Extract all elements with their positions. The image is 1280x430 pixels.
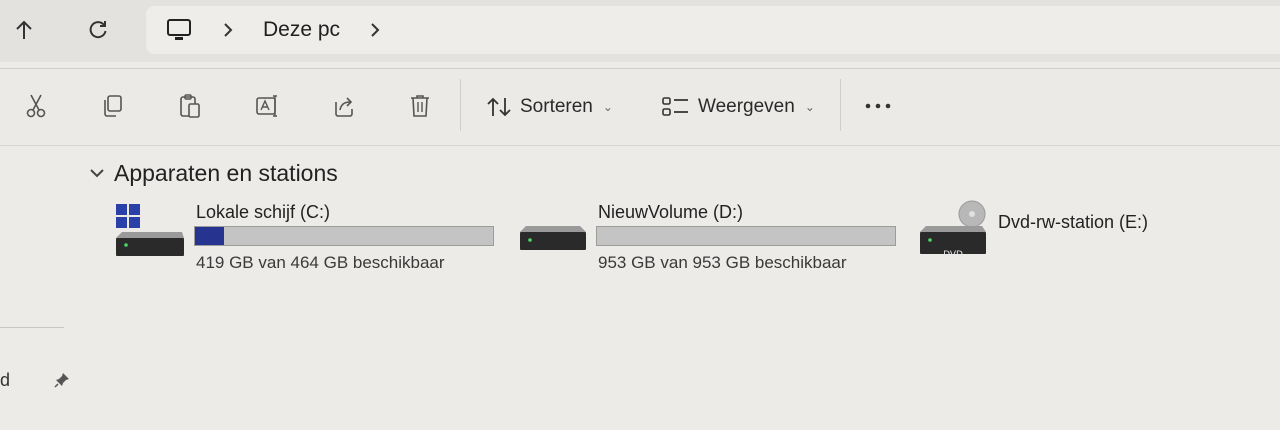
share-icon (335, 97, 353, 117)
refresh-button[interactable] (82, 14, 114, 46)
chevron-down-icon: ⌄ (602, 100, 613, 114)
monitor-icon (167, 19, 191, 40)
section-title: Apparaten en stations (114, 159, 338, 186)
navigation-bar: Deze pc (0, 0, 1280, 62)
cut-icon (26, 94, 46, 118)
address-computer[interactable] (166, 6, 192, 54)
drive-icon (520, 226, 586, 250)
copy-button[interactable] (96, 89, 128, 123)
cut-button[interactable] (20, 89, 52, 123)
rename-button[interactable] (252, 89, 284, 123)
chevron-down-icon: ⌄ (804, 100, 815, 114)
drive-name: NieuwVolume (D:) (598, 202, 744, 222)
drive-usage-bar (596, 226, 896, 246)
pin-icon (54, 373, 69, 388)
refresh-icon (89, 21, 107, 39)
drive-usage-bar (194, 226, 494, 246)
address-bar[interactable]: Deze pc (146, 6, 1280, 54)
sort-button[interactable]: Sorteren ⌄ (486, 91, 613, 123)
drive-name: Dvd-rw-station (E:) (998, 212, 1149, 232)
arrow-up-icon (16, 20, 32, 39)
paste-button[interactable] (174, 89, 206, 123)
more-options-button[interactable] (862, 89, 894, 123)
toolbar-divider (460, 79, 461, 131)
breadcrumb-label: Deze pc (263, 18, 341, 41)
rename-icon (256, 95, 277, 117)
dvd-badge: DVD (943, 250, 963, 260)
delete-icon (411, 95, 429, 117)
chevron-right-icon (371, 23, 380, 37)
toolbar-divider (840, 79, 841, 131)
sort-label: Sorteren (520, 96, 593, 117)
up-button[interactable] (8, 14, 40, 46)
chevron-down-icon (90, 169, 104, 178)
copy-icon (104, 95, 122, 117)
drive-name: Lokale schijf (C:) (196, 202, 331, 222)
command-bar: Sorteren ⌄ Weergeven ⌄ (0, 68, 1280, 146)
sidebar-item-label[interactable]: d (0, 370, 10, 391)
drive-d-item[interactable]: NieuwVolume (D:) 953 GB van 953 GB besch… (516, 200, 916, 280)
drive-e-item[interactable]: DVD Dvd-rw-station (E:) (916, 196, 1216, 280)
more-icon (865, 103, 891, 109)
delete-button[interactable] (404, 89, 436, 123)
drive-free-space: 419 GB van 464 GB beschikbaar (196, 253, 445, 272)
share-button[interactable] (328, 89, 360, 123)
sort-icon (487, 97, 511, 117)
sidebar-divider (0, 327, 64, 328)
breadcrumb-chevron-button[interactable] (369, 6, 381, 54)
paste-icon (180, 94, 200, 118)
view-label: Weergeven (698, 96, 795, 117)
windows-drive-icon (116, 204, 184, 256)
devices-section-header[interactable]: Apparaten en stations (88, 157, 338, 189)
view-icon (662, 97, 688, 116)
breadcrumb-deze-pc[interactable]: Deze pc (263, 6, 340, 54)
drive-c-item[interactable]: Lokale schijf (C:) 419 GB van 464 GB bes… (112, 200, 512, 280)
drive-free-space: 953 GB van 953 GB beschikbaar (598, 253, 847, 272)
view-button[interactable]: Weergeven ⌄ (662, 91, 815, 123)
drive-usage-fill (195, 227, 224, 245)
chevron-right-icon (222, 6, 234, 54)
